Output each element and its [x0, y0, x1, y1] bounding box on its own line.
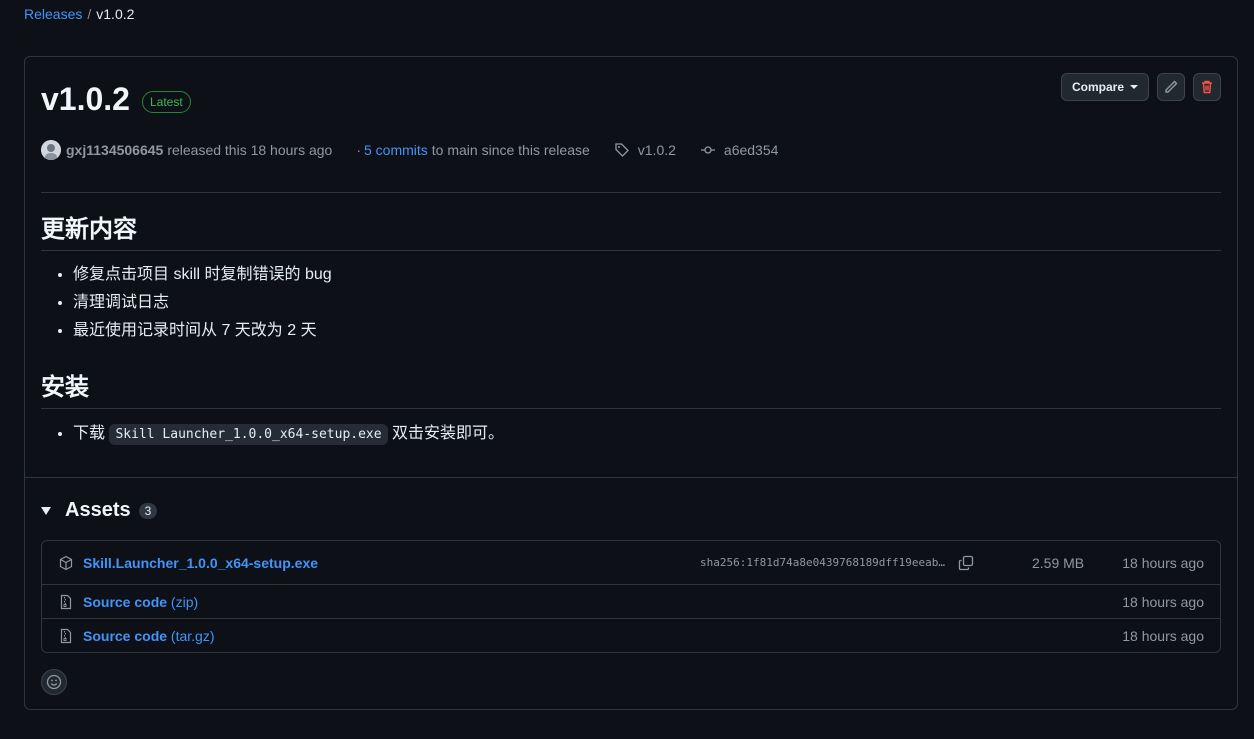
release-meta: gxj1134506645 released this 18 hours ago…: [41, 140, 778, 160]
asset-sha: sha256:1f81d74a8e0439768189dff19eeab…: [700, 556, 946, 569]
commit-icon: [700, 142, 716, 158]
package-icon: [58, 555, 74, 571]
install-list: 下载 Skill Launcher_1.0.0_x64-setup.exe 双击…: [41, 420, 504, 448]
release-title: v1.0.2: [41, 81, 130, 117]
file-zip-icon: [58, 594, 74, 610]
tag-link[interactable]: v1.0.2: [638, 142, 676, 158]
header-divider: [41, 192, 1221, 193]
caret-down-icon: [1130, 85, 1138, 89]
asset-date: 18 hours ago: [1122, 593, 1204, 610]
released-text: released this 18 hours ago: [167, 142, 333, 158]
release-card: v1.0.2 Latest Compare gxj1134506645 rele…: [24, 56, 1238, 710]
list-item: 清理调试日志: [73, 289, 332, 317]
asset-date: 18 hours ago: [1122, 627, 1204, 644]
author-link[interactable]: gxj1134506645: [66, 142, 163, 158]
source-targz-link[interactable]: Source code (tar.gz): [83, 628, 215, 644]
triangle-down-icon: [41, 506, 51, 515]
copy-icon[interactable]: [958, 555, 974, 574]
commits-prefix: ·: [356, 142, 361, 158]
breadcrumb-current: v1.0.2: [96, 6, 135, 22]
smiley-icon: [46, 674, 62, 690]
install-prefix: 下载: [73, 425, 106, 442]
asset-row: Source code (tar.gz) 18 hours ago: [42, 618, 1220, 652]
pencil-icon: [1165, 80, 1178, 93]
install-suffix: 双击安装即可。: [392, 425, 505, 442]
latest-badge: Latest: [142, 91, 191, 113]
release-actions: Compare: [1060, 73, 1221, 101]
assets-list: Skill.Launcher_1.0.0_x64-setup.exe sha25…: [41, 540, 1221, 653]
trash-icon: [1202, 80, 1212, 94]
assets-count: 3: [138, 502, 158, 519]
list-item: 下载 Skill Launcher_1.0.0_x64-setup.exe 双击…: [73, 420, 504, 448]
list-item: 修复点击项目 skill 时复制错误的 bug: [73, 261, 332, 289]
compare-button[interactable]: Compare: [1060, 73, 1149, 101]
asset-link[interactable]: Skill.Launcher_1.0.0_x64-setup.exe: [83, 555, 318, 571]
commit-link[interactable]: a6ed354: [724, 142, 779, 158]
commits-suffix: to main since this release: [431, 142, 590, 158]
breadcrumb-separator: /: [87, 6, 92, 22]
commits-link[interactable]: 5 commits: [364, 142, 428, 158]
notes-heading-install: 安装: [41, 367, 1221, 409]
edit-release-button[interactable]: [1157, 73, 1185, 101]
breadcrumb: Releases / v1.0.2: [24, 6, 134, 22]
asset-size: 2.59 MB: [1032, 554, 1085, 571]
notes-heading-updates: 更新内容: [41, 209, 1221, 251]
assets-toggle[interactable]: Assets 3: [41, 499, 158, 522]
compare-label: Compare: [1071, 80, 1124, 94]
asset-row: Source code (zip) 18 hours ago: [42, 584, 1220, 618]
asset-row: Skill.Launcher_1.0.0_x64-setup.exe sha25…: [42, 541, 1220, 584]
assets-divider: [25, 477, 1237, 478]
source-zip-link[interactable]: Source code (zip): [83, 594, 198, 610]
list-item: 最近使用记录时间从 7 天改为 2 天: [73, 317, 332, 345]
updates-list: 修复点击项目 skill 时复制错误的 bug 清理调试日志 最近使用记录时间从…: [41, 261, 332, 345]
breadcrumb-releases-link[interactable]: Releases: [24, 6, 82, 22]
tag-icon: [614, 142, 630, 158]
install-filename: Skill Launcher_1.0.0_x64-setup.exe: [109, 424, 388, 445]
delete-release-button[interactable]: [1193, 73, 1221, 101]
asset-date: 18 hours ago: [1122, 554, 1204, 571]
avatar[interactable]: [41, 140, 61, 160]
assets-label: Assets: [65, 499, 131, 521]
file-zip-icon: [58, 628, 74, 644]
add-reaction-button[interactable]: [41, 669, 67, 695]
